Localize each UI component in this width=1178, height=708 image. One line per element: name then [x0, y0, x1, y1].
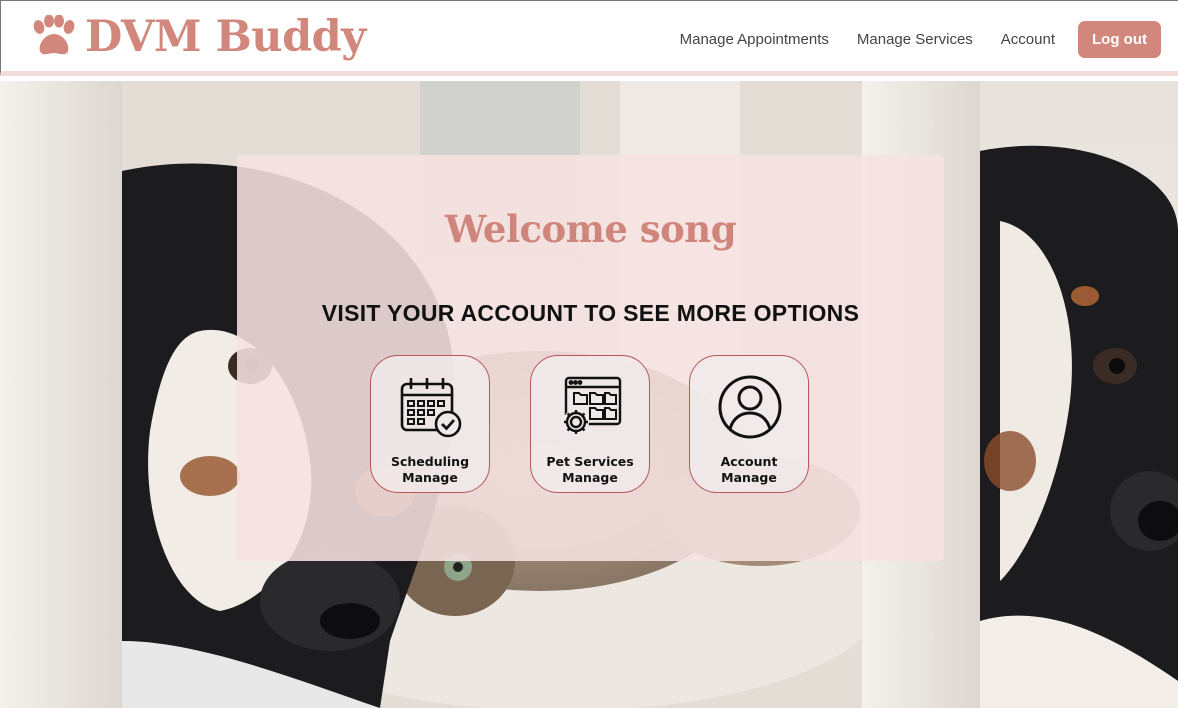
- browser-gear-icon: [563, 376, 622, 435]
- nav-account[interactable]: Account: [1001, 31, 1055, 48]
- nav-manage-services[interactable]: Manage Services: [857, 31, 973, 48]
- welcome-heading: Welcome song: [444, 207, 737, 251]
- nav-manage-appointments[interactable]: Manage Appointments: [680, 31, 829, 48]
- calendar-check-icon: [400, 378, 462, 438]
- account-manage-tile[interactable]: Account Manage: [689, 355, 809, 493]
- welcome-card: Welcome song VISIT YOUR ACCOUNT TO SEE M…: [237, 155, 944, 561]
- logout-button[interactable]: Log out: [1078, 20, 1161, 58]
- scheduling-manage-tile[interactable]: Scheduling Manage: [370, 355, 490, 493]
- account-options-subtitle: VISIT YOUR ACCOUNT TO SEE MORE OPTIONS: [321, 300, 860, 326]
- brand-name: DVM Buddy: [85, 12, 366, 62]
- paw-icon: [33, 15, 75, 55]
- user-circle-icon: [718, 375, 782, 439]
- brand-logo[interactable]: DVM Buddy: [29, 11, 366, 63]
- scheduling-tile-label: Scheduling Manage: [390, 454, 470, 485]
- main-nav: Manage Appointments Manage Services Acco…: [680, 20, 1161, 58]
- top-navbar: DVM Buddy Manage Appointments Manage Ser…: [0, 0, 1178, 76]
- pet-services-tile-label: Pet Services Manage: [546, 454, 634, 485]
- account-tile-label: Account Manage: [720, 454, 778, 485]
- pet-services-manage-tile[interactable]: Pet Services Manage: [530, 355, 650, 493]
